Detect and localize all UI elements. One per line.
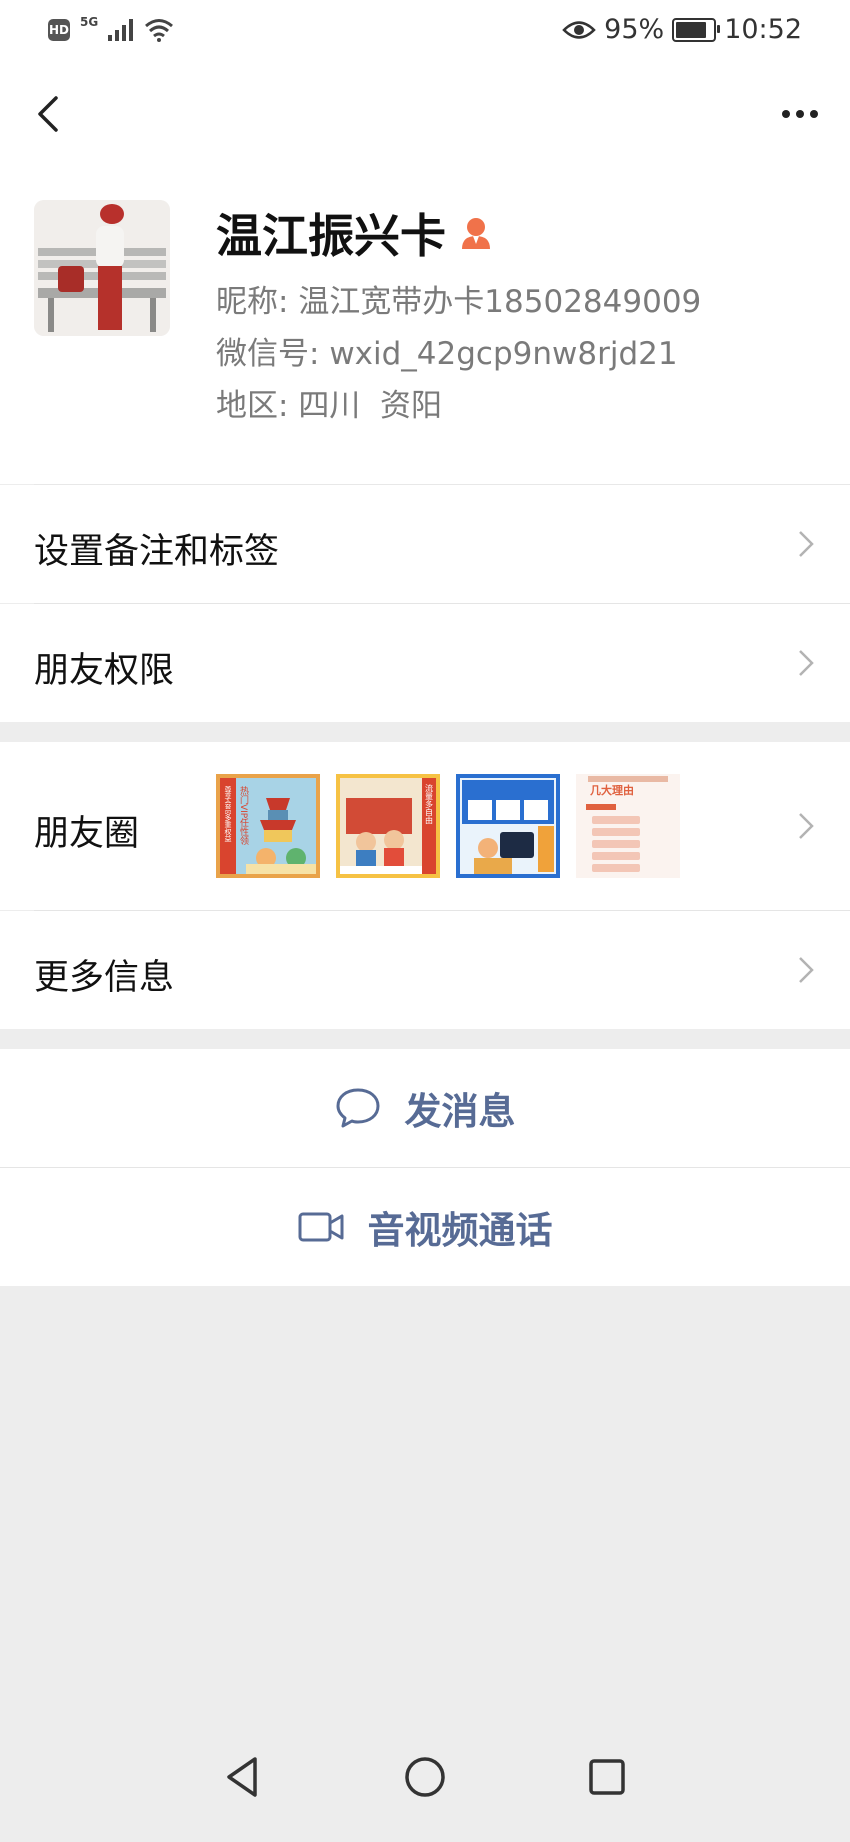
moment-thumb-3[interactable] [456, 774, 560, 878]
enterprise-user-icon [462, 218, 490, 249]
nickname-label: 昵称: [216, 284, 299, 320]
send-message-label: 发消息 [404, 1090, 516, 1133]
video-call-label: 音视频通话 [367, 1209, 553, 1252]
moments-thumbnails: 热门VIP任性领 尊享会员多重权益 流量多自由 几大理由 [216, 774, 680, 878]
chevron-right-icon [799, 957, 814, 983]
dot-icon [796, 110, 804, 118]
wifi-icon [145, 19, 174, 42]
nickname-value: 温江宽带办卡18502849009 [298, 284, 702, 320]
status-left: HD 5G [48, 15, 174, 42]
moment-thumb-2[interactable]: 流量多自由 [336, 774, 440, 878]
region-line: 地区: 四川 资阳 [216, 380, 442, 425]
hd-badge: HD [48, 19, 70, 41]
eye-icon [562, 20, 596, 39]
system-nav-bar [0, 1712, 850, 1842]
moment-thumb-1-caption: 热门VIP任性领 [238, 785, 249, 846]
avatar[interactable] [34, 200, 170, 336]
remark-tags-label: 设置备注和标签 [34, 532, 280, 572]
video-camera-icon [298, 1212, 343, 1242]
moments-row[interactable]: 朋友圈 热门VIP任性领 尊享会员多重权益 流量多自由 几大理由 [0, 742, 850, 910]
signal-icon [108, 19, 134, 41]
nickname-line: 昵称: 温江宽带办卡18502849009 [216, 276, 701, 321]
status-right: 95% 10:52 [562, 14, 802, 45]
chevron-right-icon [799, 813, 814, 839]
battery-icon [672, 17, 721, 42]
dot-icon [782, 110, 790, 118]
friend-permissions-row[interactable]: 朋友权限 [0, 604, 850, 722]
nav-header [0, 64, 850, 166]
moment-thumb-1-subcaption: 尊享会员多重权益 [224, 785, 232, 842]
wechat-id-value[interactable]: wxid_42gcp9nw8rjd21 [329, 336, 677, 372]
nav-home-icon[interactable] [399, 1751, 451, 1803]
nav-back-icon[interactable] [217, 1751, 269, 1803]
clock: 10:52 [724, 14, 802, 45]
more-info-row[interactable]: 更多信息 [0, 911, 850, 1029]
moment-thumb-1[interactable]: 热门VIP任性领 尊享会员多重权益 [216, 774, 320, 878]
chat-bubble-icon [336, 1088, 379, 1128]
region-label: 地区: [216, 388, 299, 424]
network-type: 5G [80, 15, 99, 29]
moment-thumb-4[interactable]: 几大理由 [576, 774, 680, 878]
moment-thumb-4-caption: 几大理由 [590, 783, 634, 797]
more-info-label: 更多信息 [34, 958, 175, 998]
friend-permissions-label: 朋友权限 [34, 651, 175, 691]
region-value: 四川 资阳 [298, 388, 443, 424]
send-message-button[interactable]: 发消息 [0, 1049, 850, 1167]
chevron-right-icon [799, 650, 814, 676]
status-bar: HD 5G 95% 10:52 [0, 0, 850, 64]
remark-tags-row[interactable]: 设置备注和标签 [0, 485, 850, 603]
video-call-button[interactable]: 音视频通话 [0, 1168, 850, 1286]
battery-percent: 95% [604, 14, 665, 45]
contact-name-row: 温江振兴卡 [216, 200, 492, 266]
moment-thumb-2-caption: 流量多自由 [425, 783, 434, 825]
wechat-id-line: 微信号: wxid_42gcp9nw8rjd21 [216, 328, 678, 373]
moments-label: 朋友圈 [34, 814, 140, 854]
more-options-button[interactable] [770, 88, 830, 140]
wechat-id-label: 微信号: [216, 336, 330, 372]
chevron-right-icon [799, 531, 814, 557]
avatar-image [34, 200, 170, 336]
nav-recents-icon[interactable] [581, 1751, 633, 1803]
contact-name: 温江振兴卡 [216, 209, 446, 263]
profile-card: 温江振兴卡 昵称: 温江宽带办卡18502849009 微信号: wxid_42… [0, 166, 850, 484]
dot-icon [810, 110, 818, 118]
back-icon[interactable] [24, 88, 76, 140]
